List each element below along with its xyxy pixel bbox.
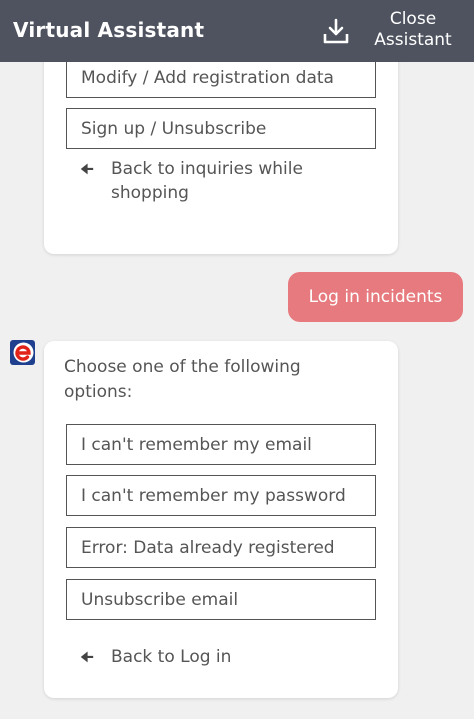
assistant-title: Virtual Assistant xyxy=(13,18,205,42)
back-label: Back to Log in xyxy=(111,647,232,667)
user-message-bubble: Log in incidents xyxy=(288,272,463,322)
assistant-header: Virtual Assistant Close Assistant xyxy=(0,0,474,62)
prompt-line1: Choose one of the following xyxy=(64,357,301,377)
close-label-line1: Close xyxy=(389,9,437,29)
back-to-inquiries-link[interactable]: 🠈 Back to inquiries while shopping xyxy=(80,157,303,205)
back-label: Back to inquiries while shopping xyxy=(111,157,303,205)
option-button[interactable]: Unsubscribe email xyxy=(66,579,376,620)
chat-area[interactable]: Modify / Add registration data Sign up /… xyxy=(0,62,474,719)
bot-prompt-text: Choose one of the following options: xyxy=(64,355,364,405)
option-button[interactable]: I can't remember my password xyxy=(66,475,376,516)
back-label-line2: shopping xyxy=(111,183,189,203)
prompt-line2: options: xyxy=(64,382,133,402)
back-arrow-icon: 🠈 xyxy=(80,160,94,178)
brand-logo-icon xyxy=(10,340,35,365)
back-label-line1: Back to inquiries while xyxy=(111,159,303,179)
close-label-line2: Assistant xyxy=(374,30,452,50)
option-button[interactable]: I can't remember my email xyxy=(66,424,376,465)
bot-options-card: Modify / Add registration data Sign up /… xyxy=(44,62,398,254)
back-arrow-icon: 🠈 xyxy=(80,648,94,666)
option-button[interactable]: Error: Data already registered xyxy=(66,527,376,568)
back-to-login-link[interactable]: 🠈 Back to Log in xyxy=(80,645,231,669)
bot-avatar xyxy=(10,340,35,365)
download-icon xyxy=(323,18,349,44)
close-assistant-button[interactable]: Close Assistant xyxy=(366,9,460,51)
option-button[interactable]: Sign up / Unsubscribe xyxy=(66,108,376,149)
download-button[interactable] xyxy=(318,14,354,48)
option-button[interactable]: Modify / Add registration data xyxy=(66,62,376,98)
bot-options-card: Choose one of the following options: I c… xyxy=(44,341,398,698)
